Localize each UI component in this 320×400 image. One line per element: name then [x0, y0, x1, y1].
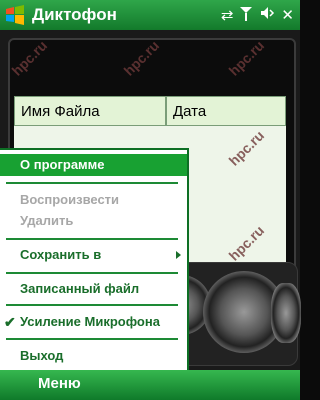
menu-separator	[6, 272, 178, 274]
menu-item-label: Сохранить в	[20, 247, 102, 262]
menu-softkey[interactable]: Меню	[38, 375, 81, 392]
menu-item-delete[interactable]: Удалить	[0, 210, 187, 232]
menu-separator	[6, 338, 178, 340]
submenu-arrow-icon	[176, 251, 181, 259]
softkey-bar: Меню	[0, 370, 300, 400]
speaker-graphic	[271, 283, 301, 343]
app-title: Диктофон	[32, 5, 117, 24]
connectivity-icon[interactable]: ⇄	[221, 6, 234, 26]
context-menu: О программе Воспроизвести Удалить Сохран…	[0, 148, 189, 372]
windows-start-icon[interactable]	[4, 4, 26, 26]
volume-icon[interactable]	[259, 5, 275, 27]
menu-separator	[6, 304, 178, 306]
signal-strength-icon[interactable]	[239, 5, 253, 27]
system-tray: ⇄ ✕	[221, 5, 294, 27]
close-icon[interactable]: ✕	[281, 6, 294, 26]
title-bar: Диктофон ⇄ ✕	[0, 0, 300, 30]
checkmark-icon: ✔	[4, 314, 16, 330]
menu-item-label: Усиление Микрофона	[20, 314, 160, 329]
column-header-date[interactable]: Дата	[166, 96, 286, 126]
menu-item-recorded-file[interactable]: Записанный файл	[0, 278, 187, 300]
menu-separator	[6, 182, 178, 184]
menu-item-save-to[interactable]: Сохранить в	[0, 244, 187, 266]
column-header-filename[interactable]: Имя Файла	[14, 96, 166, 126]
menu-item-about[interactable]: О программе	[0, 154, 187, 176]
menu-item-mic-gain[interactable]: ✔ Усиление Микрофона	[0, 311, 187, 333]
menu-item-play[interactable]: Воспроизвести	[0, 189, 187, 211]
list-header: Имя Файла Дата	[14, 96, 286, 126]
menu-separator	[6, 238, 178, 240]
menu-item-exit[interactable]: Выход	[0, 345, 187, 367]
